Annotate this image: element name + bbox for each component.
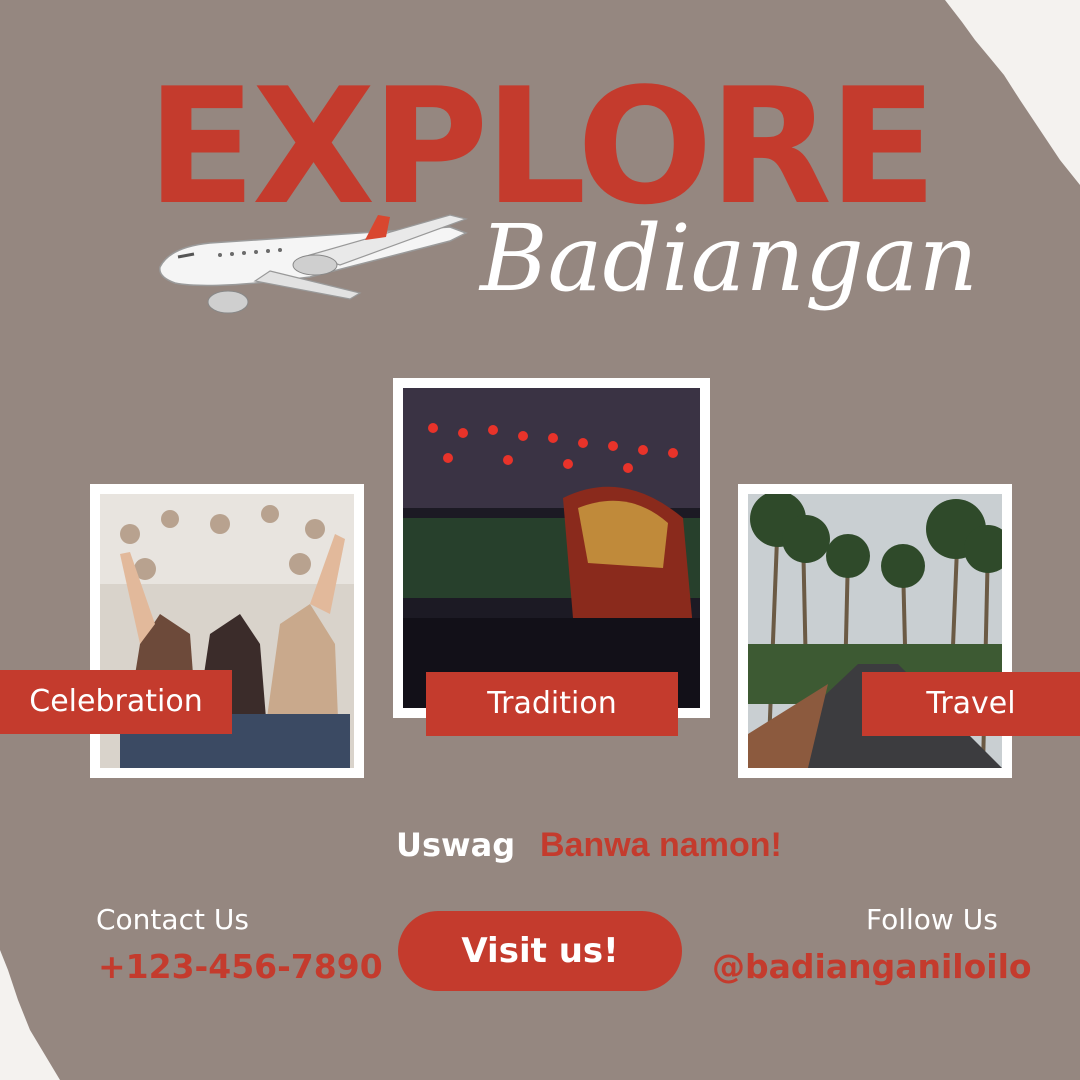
- slogan-part-2: Banwa namon!: [540, 826, 782, 864]
- badiangan-script-title: Badiangan: [478, 205, 978, 312]
- contact-title: Contact Us: [96, 903, 249, 936]
- label-celebration: Celebration: [0, 670, 232, 734]
- tradition-photo: [403, 388, 700, 708]
- follow-title: Follow Us: [866, 903, 998, 936]
- label-tradition: Tradition: [426, 672, 678, 736]
- slogan-part-1: Uswag: [396, 826, 516, 864]
- tradition-card: [393, 378, 710, 718]
- place-name-text: Badiangan: [478, 205, 978, 312]
- social-handle[interactable]: @badianganiloilo: [712, 944, 1032, 990]
- visit-us-button[interactable]: Visit us!: [398, 911, 682, 991]
- label-travel: Travel: [862, 672, 1080, 736]
- airplane-icon: [159, 214, 469, 314]
- phone-number[interactable]: +123-456-7890: [98, 944, 383, 990]
